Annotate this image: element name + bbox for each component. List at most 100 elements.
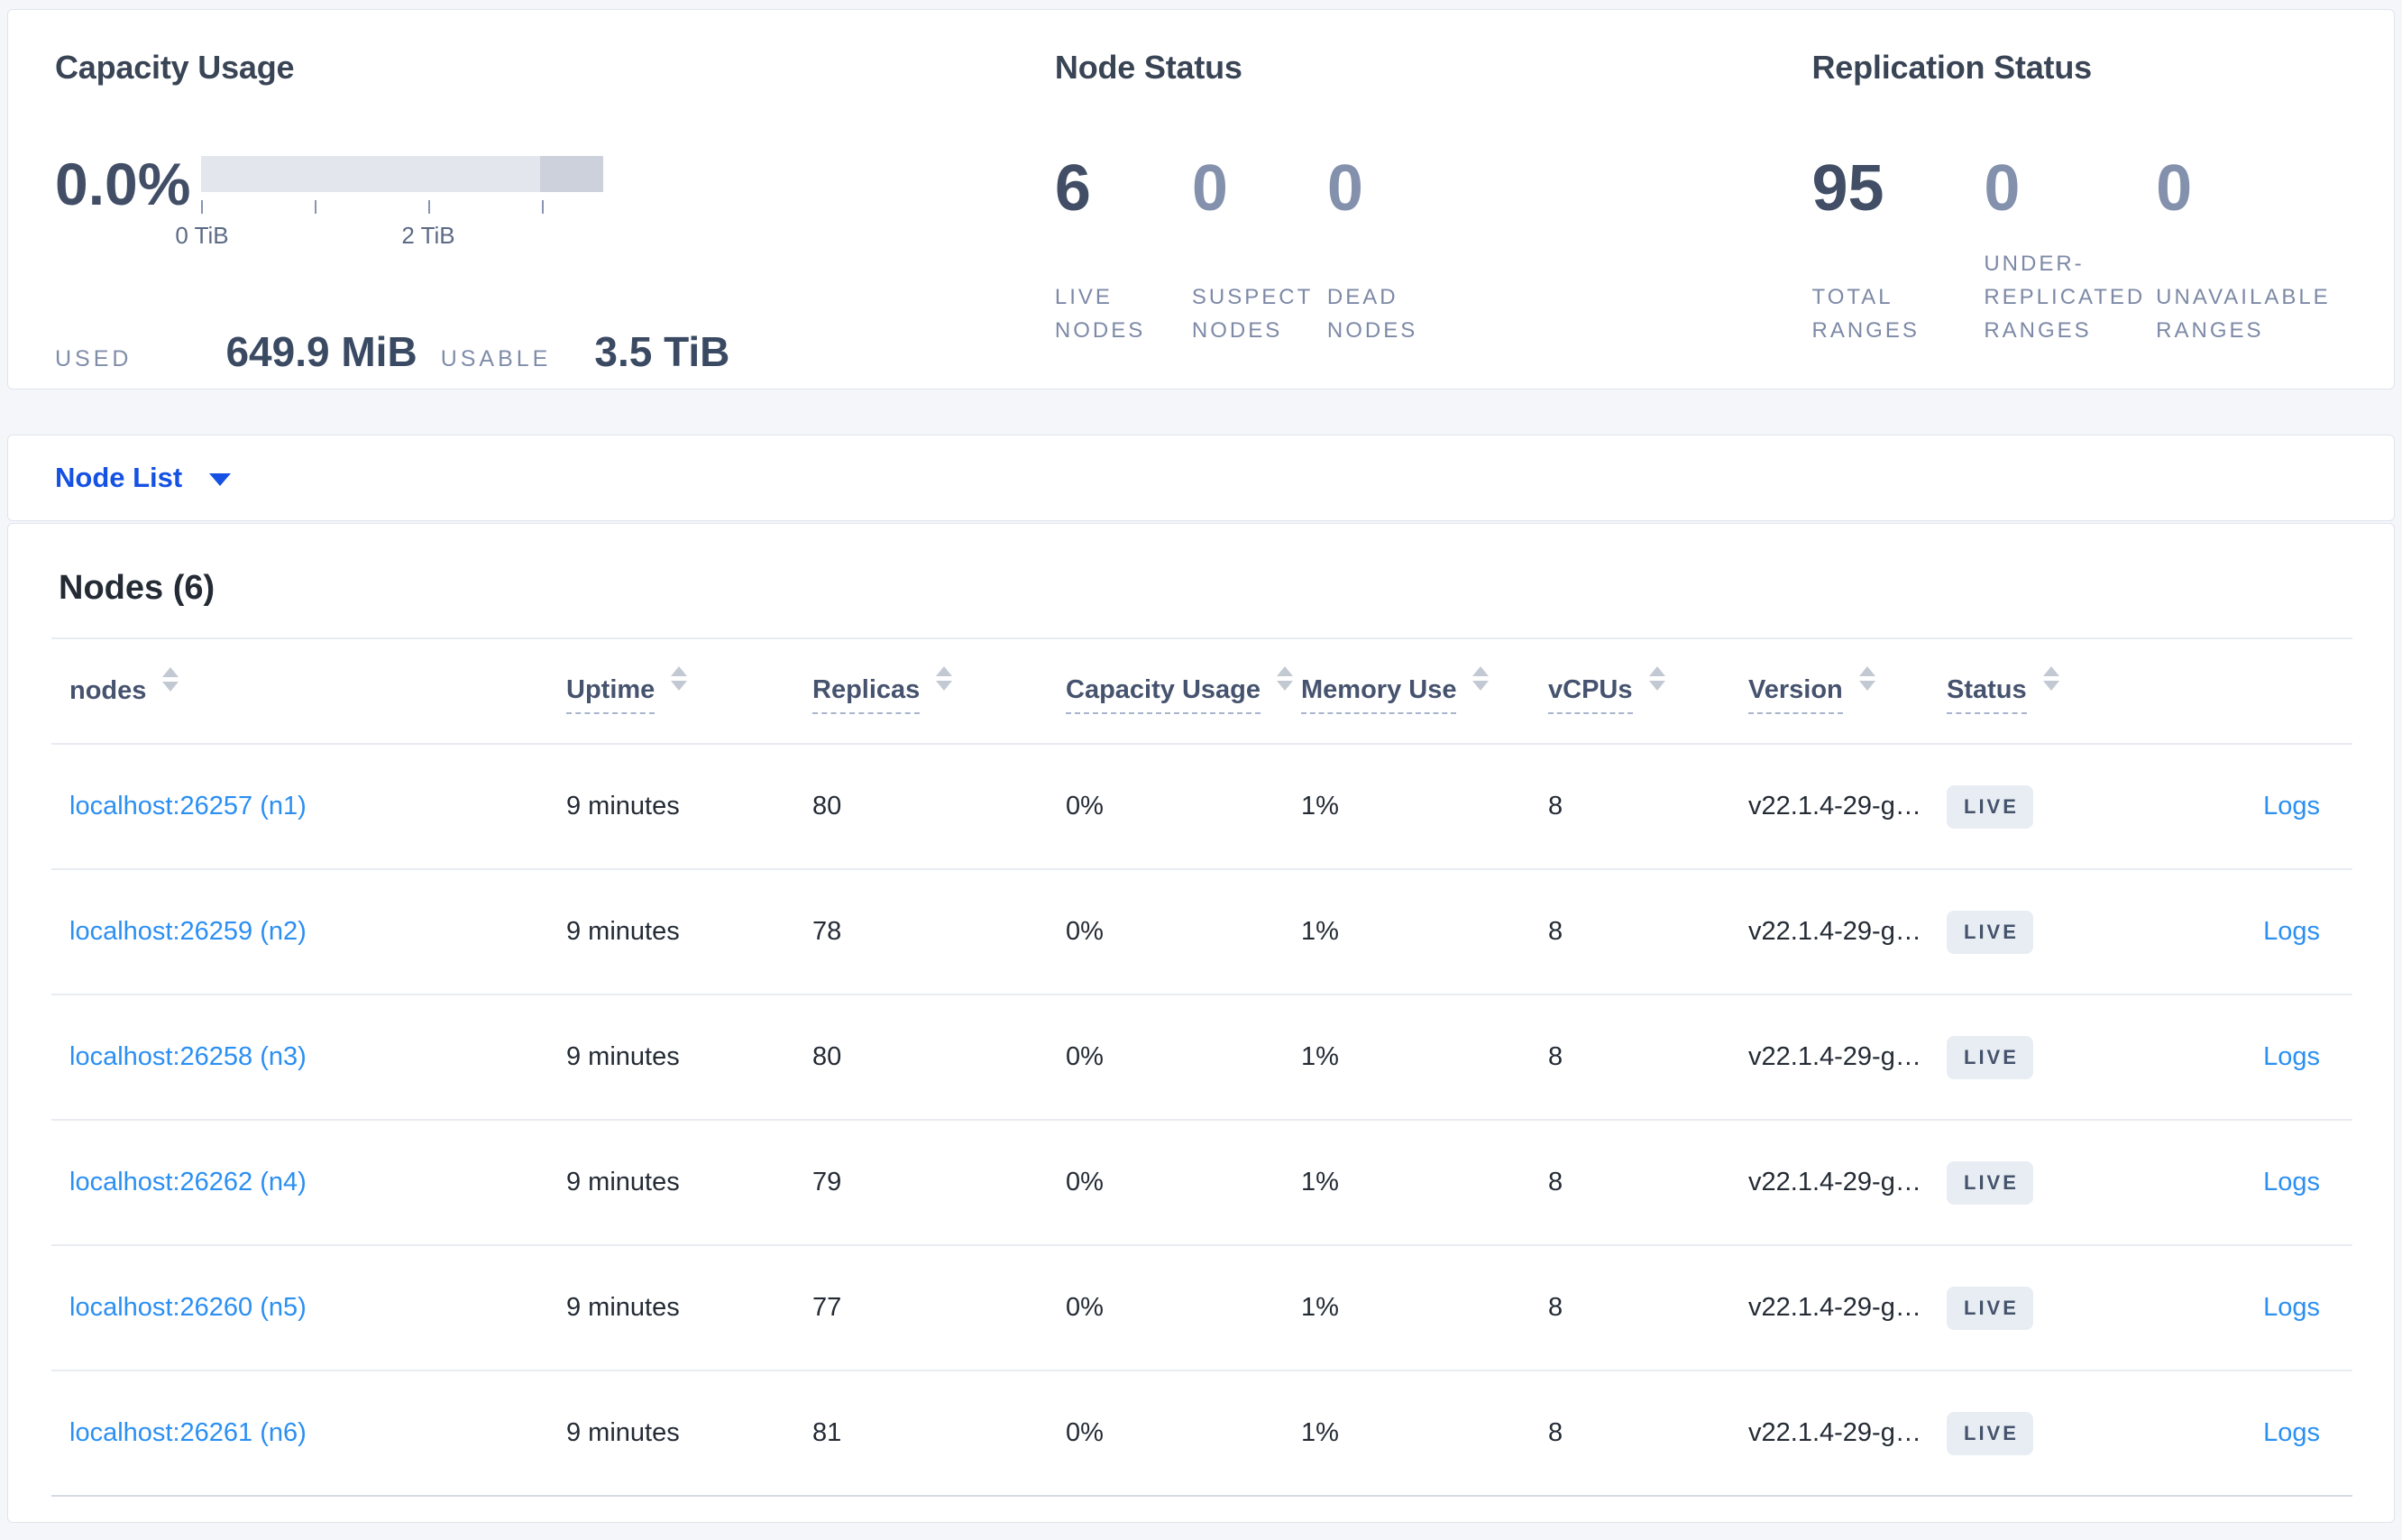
column-header-logs [2122, 639, 2352, 744]
replication-status-stats: 95 TOTAL RANGES 0 UNDER-REPLICATED RANGE… [1811, 156, 2354, 347]
column-header-vcpus[interactable]: vCPUs [1530, 639, 1730, 744]
capacity-bar-axis: 0 TiB 2 TiB [175, 200, 603, 249]
column-header-nodes[interactable]: nodes [51, 639, 548, 744]
column-header-uptime[interactable]: Uptime [548, 639, 794, 744]
suspect-nodes-value: 0 [1191, 152, 1228, 225]
status-badge: LIVE [1947, 784, 2033, 829]
vcpus-cell: 8 [1530, 1244, 1730, 1370]
version-cell: v22.1.4-29-g… [1730, 1244, 1929, 1370]
vcpus-cell: 8 [1530, 1370, 1730, 1497]
version-cell: v22.1.4-29-g… [1730, 743, 1929, 869]
memory-cell: 1% [1283, 743, 1530, 869]
replicas-cell: 80 [794, 994, 1048, 1120]
sort-icon [671, 666, 688, 691]
node-link[interactable]: localhost:26259 (n2) [69, 917, 307, 946]
logs-link[interactable]: Logs [2263, 1168, 2320, 1196]
status-badge: LIVE [1947, 1160, 2033, 1205]
table-row: localhost:26257 (n1) 9 minutes 80 0% 1% … [51, 743, 2352, 869]
dead-nodes-value: 0 [1326, 152, 1363, 225]
capacity-bar-dark-segment [540, 156, 603, 192]
node-link[interactable]: localhost:26257 (n1) [69, 792, 307, 820]
column-header-memory-use[interactable]: Memory Use [1283, 639, 1530, 744]
replicas-cell: 79 [794, 1119, 1048, 1245]
usable-label: USABLE [440, 346, 552, 371]
memory-cell: 1% [1283, 1244, 1530, 1370]
vcpus-cell: 8 [1530, 1119, 1730, 1245]
uptime-cell: 9 minutes [548, 868, 794, 995]
sort-icon [936, 666, 953, 691]
under-replicated-ranges-label: UNDER-REPLICATED RANGES [1984, 252, 2146, 343]
vcpus-cell: 8 [1530, 994, 1730, 1120]
under-replicated-ranges-stat: 0 UNDER-REPLICATED RANGES [1984, 156, 2156, 347]
chevron-down-icon [209, 473, 232, 486]
capacity-cell: 0% [1048, 1119, 1283, 1245]
replication-status-section: Replication Status 95 TOTAL RANGES 0 UND… [1811, 48, 2354, 389]
capacity-usage-section: Capacity Usage 0.0% 0 TiB 2 TiB USED 649… [55, 48, 1055, 389]
table-row: localhost:26260 (n5) 9 minutes 77 0% 1% … [51, 1244, 2352, 1370]
axis-tick [542, 200, 544, 214]
used-label: USED [55, 346, 133, 371]
axis-tick-label-2tib: 2 TiB [401, 222, 455, 249]
sort-icon [1277, 666, 1293, 691]
logs-link[interactable]: Logs [2263, 917, 2320, 946]
node-link[interactable]: localhost:26260 (n5) [69, 1293, 307, 1322]
column-header-version[interactable]: Version [1730, 639, 1929, 744]
node-status-stats: 6 LIVE NODES 0 SUSPECT NODES 0 DEAD NODE… [1055, 156, 1812, 347]
used-value: 649.9 MiB [225, 328, 417, 375]
total-ranges-value: 95 [1811, 152, 1884, 225]
node-link[interactable]: localhost:26262 (n4) [69, 1168, 307, 1196]
replicas-cell: 80 [794, 743, 1048, 869]
node-list-dropdown-label: Node List [55, 462, 183, 493]
axis-tick [201, 200, 203, 214]
sort-icon [1648, 666, 1665, 691]
table-row: localhost:26261 (n6) 9 minutes 81 0% 1% … [51, 1370, 2352, 1497]
uptime-cell: 9 minutes [548, 1119, 794, 1245]
logs-link[interactable]: Logs [2263, 1293, 2320, 1322]
total-ranges-label: TOTAL RANGES [1811, 285, 1920, 343]
capacity-cell: 0% [1048, 1370, 1283, 1497]
capacity-cell: 0% [1048, 868, 1283, 995]
node-list-dropdown[interactable]: Node List [55, 462, 232, 494]
memory-cell: 1% [1283, 994, 1530, 1120]
version-cell: v22.1.4-29-g… [1730, 868, 1929, 995]
view-selector-bar: Node List [7, 435, 2395, 521]
logs-link[interactable]: Logs [2263, 792, 2320, 820]
status-badge: LIVE [1947, 1035, 2033, 1079]
total-ranges-stat: 95 TOTAL RANGES [1811, 156, 1984, 347]
node-status-section: Node Status 6 LIVE NODES 0 SUSPECT NODES… [1055, 48, 1812, 389]
replicas-cell: 77 [794, 1244, 1048, 1370]
capacity-usage-percent: 0.0% [55, 151, 191, 217]
nodes-table: nodes Uptime Replicas Capacity Usage Mem… [51, 639, 2352, 1497]
unavailable-ranges-stat: 0 UNAVAILABLE RANGES [2156, 156, 2354, 347]
table-header-row: nodes Uptime Replicas Capacity Usage Mem… [51, 639, 2352, 744]
status-badge: LIVE [1947, 1286, 2033, 1330]
node-status-title: Node Status [1054, 49, 1242, 86]
status-badge: LIVE [1947, 910, 2033, 954]
column-header-status[interactable]: Status [1929, 639, 2122, 744]
nodes-table-title: Nodes (6) [59, 569, 215, 607]
dead-nodes-label: DEAD NODES [1326, 285, 1418, 343]
under-replicated-ranges-value: 0 [1984, 152, 2021, 225]
capacity-usage-chart-row: 0.0% 0 TiB 2 TiB [55, 151, 1055, 249]
live-nodes-stat: 6 LIVE NODES [1055, 156, 1192, 347]
capacity-cell: 0% [1048, 743, 1283, 869]
node-link[interactable]: localhost:26261 (n6) [69, 1418, 307, 1447]
nodes-table-card: Nodes (6) nodes Uptime Replicas Capacity… [7, 523, 2395, 1523]
column-header-replicas[interactable]: Replicas [794, 639, 1048, 744]
uptime-cell: 9 minutes [548, 743, 794, 869]
vcpus-cell: 8 [1530, 868, 1730, 995]
node-link[interactable]: localhost:26258 (n3) [69, 1042, 307, 1071]
suspect-nodes-stat: 0 SUSPECT NODES [1192, 156, 1327, 347]
sort-icon [1858, 666, 1875, 691]
logs-link[interactable]: Logs [2263, 1418, 2320, 1447]
column-header-capacity-usage[interactable]: Capacity Usage [1048, 639, 1293, 744]
capacity-usage-bar-chart: 0 TiB 2 TiB [175, 156, 603, 249]
version-cell: v22.1.4-29-g… [1730, 1370, 1929, 1497]
table-row: localhost:26262 (n4) 9 minutes 79 0% 1% … [51, 1119, 2352, 1245]
version-cell: v22.1.4-29-g… [1730, 994, 1929, 1120]
sort-icon [1472, 666, 1490, 691]
status-badge: LIVE [1947, 1411, 2033, 1455]
uptime-cell: 9 minutes [548, 1244, 794, 1370]
logs-link[interactable]: Logs [2263, 1042, 2320, 1071]
replicas-cell: 78 [794, 868, 1048, 995]
